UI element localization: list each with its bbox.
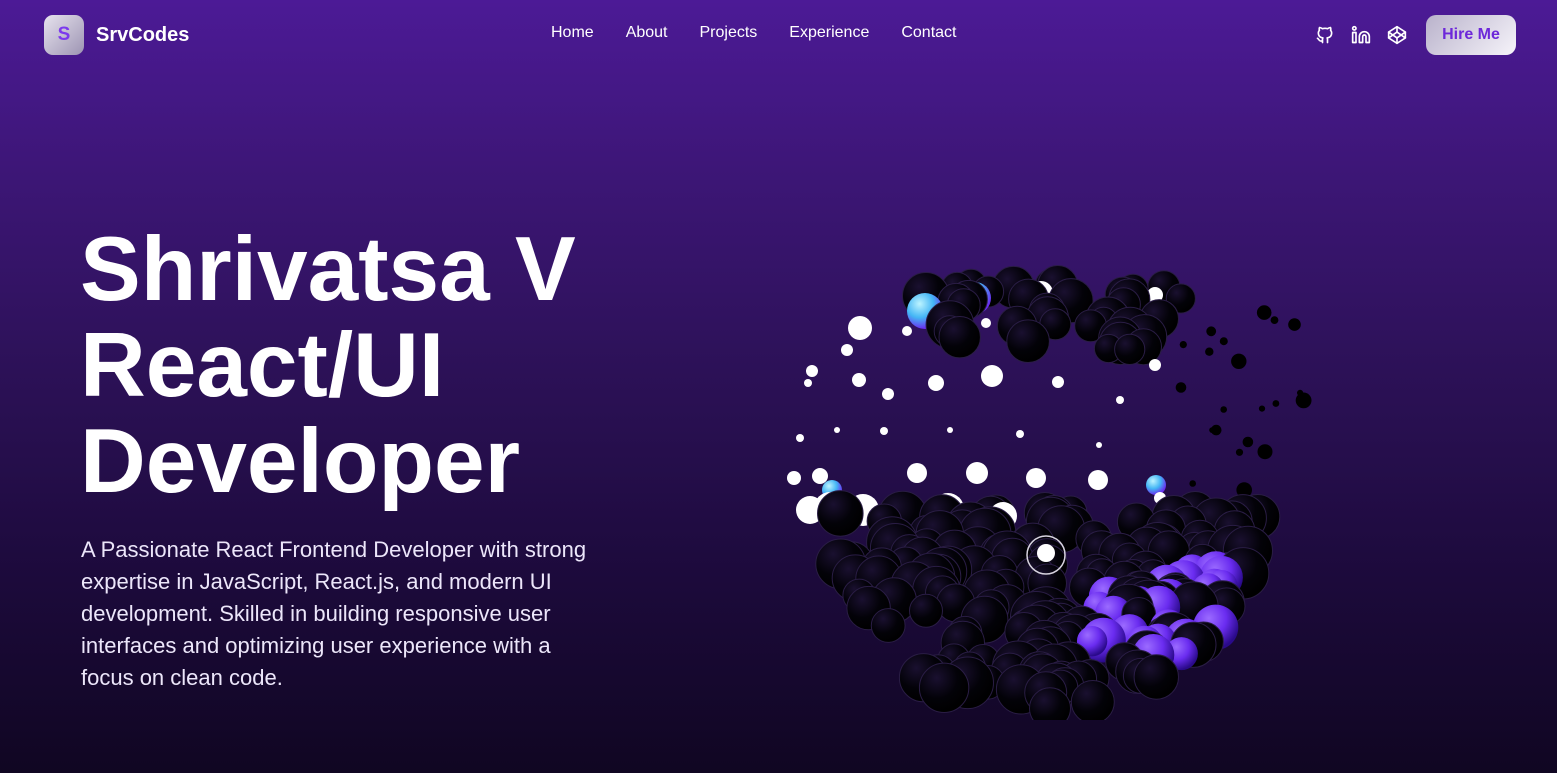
logo-letter: S (57, 24, 71, 45)
logo-badge[interactable]: S (44, 15, 84, 55)
particle-orb (1220, 406, 1227, 413)
particle-orb (1219, 337, 1228, 346)
nav-link-projects[interactable]: Projects (700, 24, 758, 42)
nav-links: Home About Projects Experience Contact (551, 24, 956, 42)
hero-description: A Passionate React Frontend Developer wi… (81, 537, 587, 690)
particle-orb (1146, 475, 1166, 495)
particle-orb (938, 316, 981, 359)
particle-orb (852, 373, 866, 387)
particle-orb (1149, 359, 1161, 371)
particle-orb (1209, 427, 1215, 433)
hero-title-line-role: React/UI (80, 315, 445, 416)
nav-link-about[interactable]: About (626, 24, 668, 42)
particle-orb (1257, 444, 1273, 460)
particle-orb (928, 375, 944, 391)
particle-orb (841, 344, 853, 356)
particle-orb (907, 463, 927, 483)
particle-orb (806, 365, 818, 377)
nav-right: Hire Me (1314, 15, 1516, 55)
particle-orb (1175, 382, 1187, 393)
hero-title-line-name: Shrivatsa V (80, 219, 576, 320)
particle-orb (882, 388, 894, 400)
particle-orb (947, 427, 953, 433)
particle-orb (1096, 442, 1102, 448)
nav-link-contact[interactable]: Contact (901, 24, 956, 42)
particle-orb (1016, 430, 1024, 438)
particle-orb (1114, 333, 1146, 366)
particle-orb (1206, 326, 1217, 337)
particle-orb (918, 662, 970, 713)
particle-orb (981, 365, 1003, 387)
particle-orb (1256, 305, 1272, 320)
particle-sphere[interactable] (760, 240, 1320, 720)
particle-orb (1272, 400, 1280, 407)
particle-orb (1133, 654, 1179, 700)
brand[interactable]: S SrvCodes (44, 15, 189, 55)
particle-orb (1270, 316, 1279, 324)
hero-title-line-developer: Developer (80, 411, 521, 512)
particle-orb (1258, 405, 1266, 412)
particle-orb (1026, 468, 1046, 488)
particle-orb (880, 427, 888, 435)
hire-me-button[interactable]: Hire Me (1426, 15, 1516, 55)
particle-orb (1242, 436, 1254, 448)
nav-link-home[interactable]: Home (551, 24, 594, 42)
particle-orb (796, 434, 804, 442)
particle-orb (1116, 396, 1124, 404)
particle-orb (1295, 392, 1312, 409)
particle-orb (870, 608, 906, 643)
particle-orb (834, 427, 840, 433)
particle-orb (966, 462, 988, 484)
nav-link-experience[interactable]: Experience (789, 24, 869, 42)
particle-orb (1235, 448, 1244, 456)
particle-orb (1070, 680, 1115, 720)
particle-orb (1006, 319, 1050, 363)
navbar: S SrvCodes Home About Projects Experienc… (0, 0, 1557, 70)
particle-orb (817, 490, 864, 537)
particle-orb (848, 316, 872, 340)
particle-orb (812, 468, 828, 484)
particle-orb (1205, 347, 1214, 356)
particle-orb (1288, 318, 1301, 331)
particle-orb (804, 379, 812, 387)
particle-orb (909, 593, 943, 628)
particle-orb (902, 326, 912, 336)
particle-orb (1179, 341, 1187, 349)
hero-title: Shrivatsa V React/UI Developer (80, 222, 576, 510)
codepen-icon[interactable] (1386, 24, 1408, 46)
brand-name[interactable]: SrvCodes (96, 24, 189, 47)
linkedin-icon[interactable] (1350, 24, 1372, 46)
particle-orb (981, 318, 991, 328)
particle-layer (787, 265, 1312, 720)
particle-orb (1231, 353, 1247, 369)
particle-orb (1052, 376, 1064, 388)
github-icon[interactable] (1314, 24, 1336, 46)
particle-orb (787, 471, 801, 485)
particle-orb (1088, 470, 1108, 490)
particle-orb (1189, 480, 1196, 487)
